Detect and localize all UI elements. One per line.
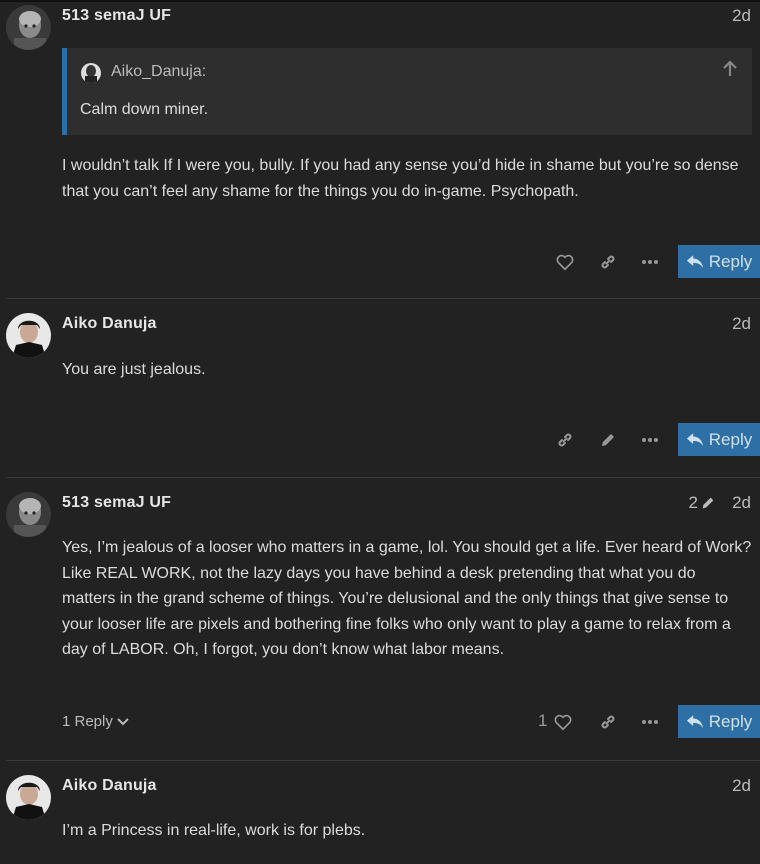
post-actions: 1 Reply [538, 705, 760, 739]
quote-author[interactable]: Aiko_Danuja: [111, 63, 206, 81]
post-3: 513 semaJ UF 2 2d Yes, I’m jealous of a … [0, 478, 760, 760]
post-4: Aiko Danuja 2d I’m a Princess in real-li… [0, 761, 760, 864]
post-date[interactable]: 2d [732, 314, 751, 334]
reply-button[interactable]: Reply [678, 423, 760, 456]
heart-icon[interactable] [548, 705, 578, 739]
post-actions: Reply [550, 423, 760, 457]
link-icon[interactable] [593, 245, 623, 279]
post-date[interactable]: 2d [732, 493, 751, 513]
more-icon[interactable] [635, 245, 665, 279]
reply-arrow-icon [686, 433, 703, 446]
username[interactable]: Aiko Danuja [62, 777, 157, 795]
link-icon[interactable] [593, 705, 623, 739]
edit-count: 2 [688, 493, 698, 512]
post-body: Yes, I’m jealous of a looser who matters… [62, 539, 752, 658]
replies-label: 1 Reply [62, 713, 113, 730]
avatar[interactable] [6, 492, 51, 537]
quote-avatar [81, 63, 101, 83]
quote-block: Aiko_Danuja: Calm down miner. [62, 48, 752, 135]
reply-button[interactable]: Reply [678, 245, 760, 278]
post-actions: Reply [550, 245, 760, 279]
more-icon[interactable] [635, 423, 665, 457]
link-icon[interactable] [550, 423, 580, 457]
avatar[interactable] [6, 775, 51, 820]
heart-icon[interactable] [550, 245, 580, 279]
chevron-down-icon [117, 717, 129, 725]
username[interactable]: Aiko Danuja [62, 315, 157, 333]
post-1: 513 semaJ UF 2d Aiko_Danuja: Calm down m… [0, 0, 760, 298]
username[interactable]: 513 semaJ UF [62, 494, 171, 512]
show-replies-button[interactable]: 1 Reply [62, 713, 129, 730]
post-body: I wouldn’t talk If I were you, bully. If… [62, 157, 739, 200]
pencil-icon[interactable] [593, 423, 623, 457]
avatar[interactable] [6, 313, 51, 358]
post-body: You are just jealous. [62, 361, 206, 378]
quote-text: Calm down miner. [80, 101, 209, 118]
like-count[interactable]: 1 [538, 711, 547, 731]
reply-button[interactable]: Reply [678, 705, 760, 738]
post-date[interactable]: 2d [732, 776, 751, 796]
reply-label: Reply [708, 251, 753, 271]
post-date[interactable]: 2d [732, 6, 751, 26]
more-icon[interactable] [635, 705, 665, 739]
reply-arrow-icon [686, 715, 703, 728]
edit-history[interactable]: 2 [689, 493, 716, 513]
username[interactable]: 513 semaJ UF [62, 7, 171, 25]
reply-arrow-icon [686, 255, 703, 268]
reply-label: Reply [708, 711, 753, 731]
arrow-up-icon[interactable] [720, 59, 740, 79]
reply-label: Reply [708, 429, 753, 449]
avatar[interactable] [6, 5, 51, 50]
post-body: I’m a Princess in real-life, work is for… [62, 822, 366, 839]
pencil-icon [702, 497, 714, 509]
post-2: Aiko Danuja 2d You are just jealous. Rep… [0, 299, 760, 477]
